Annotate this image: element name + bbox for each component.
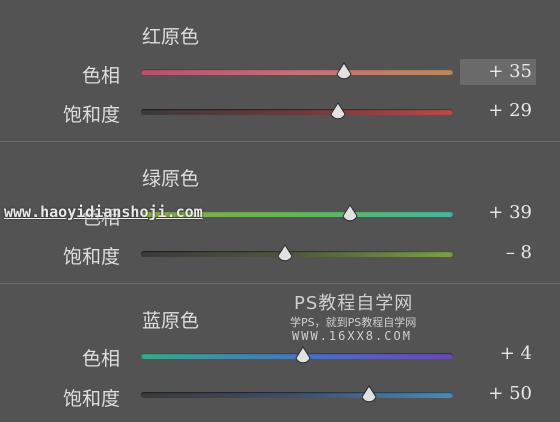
blue-hue-label: 色相 [81, 348, 120, 370]
green-hue-slider-thumb[interactable] [340, 204, 360, 224]
blue-saturation-label: 饱和度 [62, 388, 120, 410]
blue-hue-slider-thumb[interactable] [293, 346, 313, 366]
red-hue-label: 色相 [81, 65, 120, 87]
green-saturation-value[interactable]: – 8 [460, 240, 536, 266]
green-saturation-slider-track[interactable] [141, 251, 453, 257]
red-hue-slider-track[interactable] [141, 69, 453, 75]
green-saturation-label: 饱和度 [62, 246, 120, 268]
red-saturation-value[interactable]: + 29 [460, 98, 536, 124]
blue-saturation-slider-track[interactable] [141, 392, 453, 398]
blue-saturation-slider-thumb[interactable] [359, 385, 379, 405]
blue-primary-section: 蓝原色 色相 + 4 饱和度 + 50 [0, 284, 560, 422]
red-saturation-slider-track[interactable] [141, 109, 453, 115]
section-title-green: 绿原色 [142, 168, 200, 190]
blue-hue-value[interactable]: + 4 [460, 341, 536, 367]
red-hue-value[interactable]: + 35 [460, 59, 536, 85]
red-hue-slider-thumb[interactable] [334, 62, 354, 82]
blue-saturation-value[interactable]: + 50 [460, 381, 536, 407]
green-hue-value[interactable]: + 39 [460, 200, 536, 226]
watermark-subtitle: 学PS，就到PS教程自学网 [290, 316, 417, 329]
section-title-blue: 蓝原色 [142, 310, 200, 332]
red-primary-section: 红原色 色相 + 35 饱和度 + 29 [0, 0, 560, 141]
green-saturation-slider-thumb[interactable] [275, 244, 295, 264]
watermark-site: WWW.16XX8.COM [292, 329, 412, 343]
watermark-url: www.haoyidianshoji.com [4, 203, 203, 221]
section-title-red: 红原色 [142, 26, 200, 48]
red-saturation-slider-thumb[interactable] [328, 102, 348, 122]
red-saturation-label: 饱和度 [62, 104, 120, 126]
watermark-title: PS教程自学网 [294, 293, 414, 314]
